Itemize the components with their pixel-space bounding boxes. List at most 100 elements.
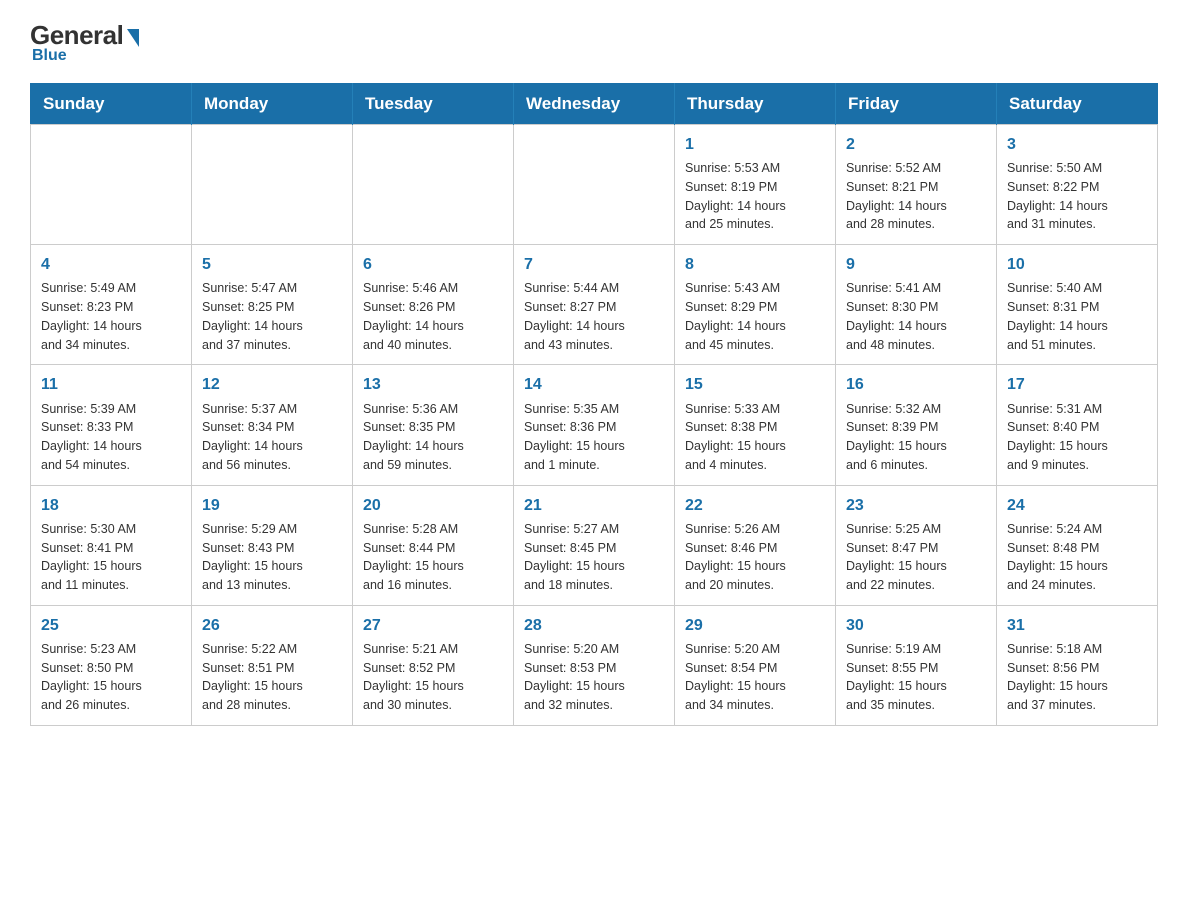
calendar-cell [353, 125, 514, 245]
day-info: Sunrise: 5:22 AM Sunset: 8:51 PM Dayligh… [202, 640, 342, 715]
calendar-cell [514, 125, 675, 245]
calendar-cell: 10 Sunrise: 5:40 AM Sunset: 8:31 PM Dayli… [997, 245, 1158, 365]
week-row-4: 18Sunrise: 5:30 AM Sunset: 8:41 PM Dayli… [31, 485, 1158, 605]
calendar-cell: 9 Sunrise: 5:41 AM Sunset: 8:30 PM Daylig… [836, 245, 997, 365]
calendar-cell: 22Sunrise: 5:26 AM Sunset: 8:46 PM Dayli… [675, 485, 836, 605]
day-info: Sunrise: 5:29 AM Sunset: 8:43 PM Dayligh… [202, 520, 342, 595]
day-info: Sunrise: 5:43 AM Sunset: 8:29 PM Dayligh… [685, 279, 825, 354]
day-info: Sunrise: 5:49 AM Sunset: 8:23 PM Dayligh… [41, 279, 181, 354]
day-number: 10 [1007, 253, 1147, 276]
day-number: 9 [846, 253, 986, 276]
calendar-cell [192, 125, 353, 245]
logo: General Blue [30, 20, 139, 65]
day-number: 31 [1007, 614, 1147, 637]
day-number: 27 [363, 614, 503, 637]
day-info: Sunrise: 5:20 AM Sunset: 8:54 PM Dayligh… [685, 640, 825, 715]
day-number: 14 [524, 373, 664, 396]
day-number: 25 [41, 614, 181, 637]
week-row-2: 4 Sunrise: 5:49 AM Sunset: 8:23 PM Daylig… [31, 245, 1158, 365]
calendar-cell: 5 Sunrise: 5:47 AM Sunset: 8:25 PM Daylig… [192, 245, 353, 365]
day-info: Sunrise: 5:18 AM Sunset: 8:56 PM Dayligh… [1007, 640, 1147, 715]
day-number: 12 [202, 373, 342, 396]
day-info: Sunrise: 5:47 AM Sunset: 8:25 PM Dayligh… [202, 279, 342, 354]
day-number: 4 [41, 253, 181, 276]
calendar-cell: 6Sunrise: 5:46 AM Sunset: 8:26 PM Daylig… [353, 245, 514, 365]
day-info: Sunrise: 5:50 AM Sunset: 8:22 PM Dayligh… [1007, 159, 1147, 234]
weekday-header-row: SundayMondayTuesdayWednesdayThursdayFrid… [31, 84, 1158, 125]
calendar-cell [31, 125, 192, 245]
week-row-1: 1Sunrise: 5:53 AM Sunset: 8:19 PM Daylig… [31, 125, 1158, 245]
day-number: 17 [1007, 373, 1147, 396]
calendar-cell: 26 Sunrise: 5:22 AM Sunset: 8:51 PM Dayli… [192, 605, 353, 725]
day-number: 24 [1007, 494, 1147, 517]
calendar-cell: 21 Sunrise: 5:27 AM Sunset: 8:45 PM Dayli… [514, 485, 675, 605]
calendar-cell: 15 Sunrise: 5:33 AM Sunset: 8:38 PM Dayli… [675, 365, 836, 485]
day-info: Sunrise: 5:30 AM Sunset: 8:41 PM Dayligh… [41, 520, 181, 595]
weekday-header-saturday: Saturday [997, 84, 1158, 125]
day-info: Sunrise: 5:41 AM Sunset: 8:30 PM Dayligh… [846, 279, 986, 354]
weekday-header-thursday: Thursday [675, 84, 836, 125]
calendar-cell: 24Sunrise: 5:24 AM Sunset: 8:48 PM Dayli… [997, 485, 1158, 605]
day-info: Sunrise: 5:19 AM Sunset: 8:55 PM Dayligh… [846, 640, 986, 715]
logo-blue-text: Blue [32, 47, 67, 65]
day-info: Sunrise: 5:35 AM Sunset: 8:36 PM Dayligh… [524, 400, 664, 475]
day-number: 6 [363, 253, 503, 276]
day-number: 28 [524, 614, 664, 637]
day-info: Sunrise: 5:28 AM Sunset: 8:44 PM Dayligh… [363, 520, 503, 595]
calendar-cell: 31 Sunrise: 5:18 AM Sunset: 8:56 PM Dayli… [997, 605, 1158, 725]
day-number: 23 [846, 494, 986, 517]
calendar-cell: 11Sunrise: 5:39 AM Sunset: 8:33 PM Dayli… [31, 365, 192, 485]
calendar-cell: 28Sunrise: 5:20 AM Sunset: 8:53 PM Dayli… [514, 605, 675, 725]
calendar-cell: 27 Sunrise: 5:21 AM Sunset: 8:52 PM Dayli… [353, 605, 514, 725]
day-info: Sunrise: 5:36 AM Sunset: 8:35 PM Dayligh… [363, 400, 503, 475]
day-info: Sunrise: 5:27 AM Sunset: 8:45 PM Dayligh… [524, 520, 664, 595]
day-info: Sunrise: 5:32 AM Sunset: 8:39 PM Dayligh… [846, 400, 986, 475]
calendar-cell: 1Sunrise: 5:53 AM Sunset: 8:19 PM Daylig… [675, 125, 836, 245]
day-number: 7 [524, 253, 664, 276]
calendar-cell: 4 Sunrise: 5:49 AM Sunset: 8:23 PM Daylig… [31, 245, 192, 365]
day-info: Sunrise: 5:25 AM Sunset: 8:47 PM Dayligh… [846, 520, 986, 595]
week-row-3: 11Sunrise: 5:39 AM Sunset: 8:33 PM Dayli… [31, 365, 1158, 485]
calendar-cell: 18Sunrise: 5:30 AM Sunset: 8:41 PM Dayli… [31, 485, 192, 605]
day-number: 8 [685, 253, 825, 276]
day-number: 1 [685, 133, 825, 156]
calendar-cell: 29 Sunrise: 5:20 AM Sunset: 8:54 PM Dayli… [675, 605, 836, 725]
day-number: 13 [363, 373, 503, 396]
calendar-cell: 7 Sunrise: 5:44 AM Sunset: 8:27 PM Daylig… [514, 245, 675, 365]
logo-arrow-icon [127, 29, 139, 47]
day-info: Sunrise: 5:26 AM Sunset: 8:46 PM Dayligh… [685, 520, 825, 595]
weekday-header-tuesday: Tuesday [353, 84, 514, 125]
weekday-header-friday: Friday [836, 84, 997, 125]
day-info: Sunrise: 5:21 AM Sunset: 8:52 PM Dayligh… [363, 640, 503, 715]
day-number: 16 [846, 373, 986, 396]
day-number: 21 [524, 494, 664, 517]
day-number: 26 [202, 614, 342, 637]
calendar-cell: 23 Sunrise: 5:25 AM Sunset: 8:47 PM Dayli… [836, 485, 997, 605]
day-info: Sunrise: 5:44 AM Sunset: 8:27 PM Dayligh… [524, 279, 664, 354]
calendar-cell: 20 Sunrise: 5:28 AM Sunset: 8:44 PM Dayli… [353, 485, 514, 605]
day-info: Sunrise: 5:23 AM Sunset: 8:50 PM Dayligh… [41, 640, 181, 715]
calendar-cell: 3 Sunrise: 5:50 AM Sunset: 8:22 PM Daylig… [997, 125, 1158, 245]
calendar-cell: 13 Sunrise: 5:36 AM Sunset: 8:35 PM Dayli… [353, 365, 514, 485]
calendar-cell: 16 Sunrise: 5:32 AM Sunset: 8:39 PM Dayli… [836, 365, 997, 485]
day-number: 2 [846, 133, 986, 156]
weekday-header-wednesday: Wednesday [514, 84, 675, 125]
day-info: Sunrise: 5:33 AM Sunset: 8:38 PM Dayligh… [685, 400, 825, 475]
day-info: Sunrise: 5:39 AM Sunset: 8:33 PM Dayligh… [41, 400, 181, 475]
calendar-cell: 19 Sunrise: 5:29 AM Sunset: 8:43 PM Dayli… [192, 485, 353, 605]
calendar-cell: 14 Sunrise: 5:35 AM Sunset: 8:36 PM Dayli… [514, 365, 675, 485]
day-number: 15 [685, 373, 825, 396]
day-info: Sunrise: 5:40 AM Sunset: 8:31 PM Dayligh… [1007, 279, 1147, 354]
day-number: 29 [685, 614, 825, 637]
weekday-header-sunday: Sunday [31, 84, 192, 125]
calendar-cell: 25 Sunrise: 5:23 AM Sunset: 8:50 PM Dayli… [31, 605, 192, 725]
day-number: 19 [202, 494, 342, 517]
week-row-5: 25 Sunrise: 5:23 AM Sunset: 8:50 PM Dayli… [31, 605, 1158, 725]
day-number: 5 [202, 253, 342, 276]
day-number: 20 [363, 494, 503, 517]
day-info: Sunrise: 5:37 AM Sunset: 8:34 PM Dayligh… [202, 400, 342, 475]
weekday-header-monday: Monday [192, 84, 353, 125]
calendar-cell: 12 Sunrise: 5:37 AM Sunset: 8:34 PM Dayli… [192, 365, 353, 485]
calendar-cell: 17Sunrise: 5:31 AM Sunset: 8:40 PM Dayli… [997, 365, 1158, 485]
day-number: 3 [1007, 133, 1147, 156]
